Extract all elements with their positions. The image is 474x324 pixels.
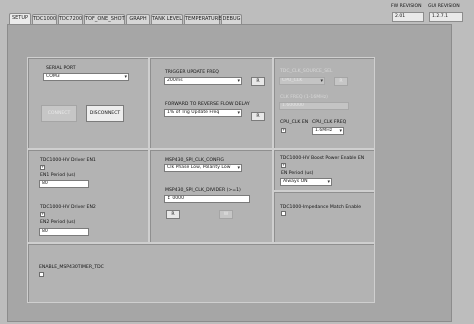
gui-revision-label: GUI REVISION [428,4,460,9]
serial-port-label: SERIAL PORT [46,66,76,71]
clk-freq-input[interactable]: 1.600000 [279,102,349,110]
tab-temperature[interactable]: TEMPERATURE [184,14,221,24]
boost-enable-checkbox[interactable]: ✓ [281,163,286,168]
tab-graph[interactable]: GRAPH [126,14,150,24]
en1-period-label: EN1 Period (us) [40,173,76,178]
clk-read-button[interactable]: R [334,77,348,86]
spi-clk-divider-input[interactable]: ↕ 0000 [164,195,250,203]
en2-period-label: EN2 Period (us) [40,220,76,225]
boost-period-label: EN Period (us) [281,171,314,176]
tab-debug[interactable]: DEBUG [221,14,242,24]
tab-tdc7200[interactable]: TDC7200 [58,14,83,24]
cpu-clk-freq-select[interactable]: 1.6MHz [312,127,344,135]
clk-source-label: TDC_CLK_SOURCE_SEL [280,69,333,74]
fw-revision-value: 2.01 [392,12,424,22]
spi-clk-divider-label: MSP430_SPI_CLK_DIVIDER (>=1) [165,188,241,193]
trigger-update-freq-select[interactable]: 200ms [164,77,242,85]
driver-en2-label: TDC1000-HV Driver EN2 [40,205,96,210]
enable-msp430-timer-label: ENABLE_MSP430TIMER_TDC [39,265,104,270]
forward-reverse-delay-label: FORWARD TO REVERSE FLOW DELAY [165,102,250,107]
spinner-icon[interactable]: ↕ [167,196,171,201]
en1-period-input[interactable]: 80 [39,180,89,188]
disconnect-button[interactable]: DISCONNECT [86,105,124,122]
tab-tdc1000[interactable]: TDC1000 [32,14,57,24]
boost-enable-label: TDC1000-HV Boost Power Enable EN [280,156,365,161]
spi-clk-divider-value: 0000 [172,196,185,201]
trigger-read-button[interactable]: R [251,77,265,86]
forward-reverse-read-button[interactable]: R [251,112,265,121]
serial-port-select[interactable]: COM3 [43,73,129,81]
fw-revision-label: FW REVISION [391,4,422,9]
connect-button[interactable]: CONNECT [41,105,77,122]
driver-en1-checkbox[interactable]: ✓ [40,165,45,170]
tab-tof-one-shot[interactable]: TOF_ONE_SHOT [84,14,125,24]
spi-clk-config-select[interactable]: Clk Phase Low, Polarity Low [164,164,242,172]
spi-write-button[interactable]: W [219,210,233,219]
impedance-match-label: TDC1000-Impedance Match Enable [280,205,362,210]
boost-period-select[interactable]: Always ON [280,178,332,186]
impedance-panel [273,191,375,243]
cpu-clk-freq-label: CPU_CLK FREQ [312,120,347,125]
cpu-clk-en-checkbox[interactable]: ✓ [281,128,286,133]
driver-en1-label: TDC1000-HV Driver EN1 [40,158,96,163]
tab-tank-level[interactable]: TANK LEVEL [151,14,183,24]
cpu-clk-en-label: CPU_CLK EN [280,120,309,125]
clk-freq-label: CLK FREQ (1-16MHz) [280,95,328,100]
enable-msp430-timer-checkbox[interactable] [39,272,44,277]
en2-period-input[interactable]: 80 [39,228,89,236]
driver-en2-checkbox[interactable]: ✓ [40,212,45,217]
forward-reverse-delay-select[interactable]: 1% of Trig Update Freq [164,109,242,117]
gui-revision-value: 1.2.7.1 [429,12,463,22]
spi-clk-config-label: MSP430_SPI_CLK_CONFIG [165,158,224,163]
timer-panel [27,243,375,303]
spi-read-button[interactable]: R [166,210,180,219]
impedance-match-checkbox[interactable] [281,211,286,216]
trigger-update-freq-label: TRIGGER UPDATE FREQ [165,70,219,75]
clk-source-select[interactable]: CPU_CLK [279,77,325,85]
